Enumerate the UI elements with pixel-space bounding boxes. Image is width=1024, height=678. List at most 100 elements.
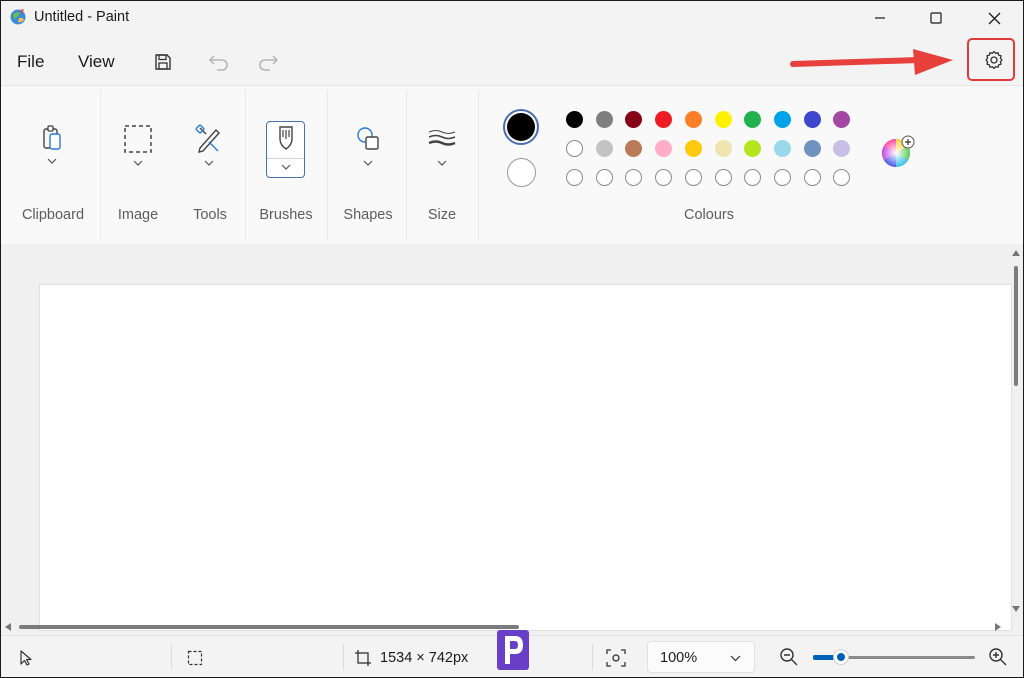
undo-icon	[208, 55, 228, 71]
secondary-colour-button[interactable]	[507, 158, 536, 187]
file-menu[interactable]: File	[17, 52, 44, 72]
palette-swatch[interactable]	[655, 111, 673, 128]
app-icon	[10, 9, 26, 25]
tools-button[interactable]	[187, 124, 231, 184]
status-divider	[592, 644, 593, 670]
vertical-scroll-thumb[interactable]	[1014, 266, 1018, 386]
palette-swatch[interactable]	[773, 111, 791, 128]
group-label-shapes: Shapes	[343, 207, 393, 223]
zoom-out-icon[interactable]	[779, 647, 799, 667]
tools-icon	[195, 124, 220, 153]
primary-colour-button[interactable]	[503, 109, 539, 145]
status-divider	[171, 644, 172, 670]
group-label-image: Image	[117, 207, 159, 223]
horizontal-scroll-thumb[interactable]	[19, 625, 519, 629]
chevron-down-icon	[730, 655, 741, 662]
menu-bar: File View	[1, 35, 1023, 85]
group-label-clipboard: Clipboard	[21, 207, 85, 223]
ribbon-divider	[245, 90, 246, 240]
ribbon-divider	[327, 90, 328, 240]
custom-colour-slot[interactable]	[714, 169, 732, 186]
palette-swatch[interactable]	[684, 111, 702, 128]
ribbon-divider	[478, 90, 479, 240]
palette-swatch[interactable]	[833, 140, 851, 157]
custom-colour-slot[interactable]	[773, 169, 791, 186]
custom-colour-slot[interactable]	[595, 169, 613, 186]
custom-colour-slot[interactable]	[803, 169, 821, 186]
palette-swatch[interactable]	[803, 140, 821, 157]
palette-swatch[interactable]	[714, 111, 732, 128]
palette-swatch[interactable]	[773, 140, 791, 157]
custom-colour-slot[interactable]	[684, 169, 702, 186]
custom-colour-slot[interactable]	[566, 169, 583, 186]
palette-swatch[interactable]	[625, 140, 643, 157]
zoom-slider[interactable]	[813, 650, 975, 664]
ribbon-divider	[100, 90, 101, 240]
group-label-tools: Tools	[193, 207, 227, 223]
size-icon	[428, 130, 456, 146]
custom-colour-slot[interactable]	[744, 169, 762, 186]
canvas-size-text: 1534 × 742px	[380, 650, 469, 666]
zoom-select[interactable]: 100%	[647, 641, 755, 673]
paint-window: Untitled - Paint File View Clipboard Ima…	[0, 0, 1024, 678]
fit-icon[interactable]	[606, 649, 626, 667]
zoom-slider-thumb-dot	[836, 653, 845, 661]
brush-icon	[279, 126, 293, 150]
palette-swatch[interactable]	[655, 140, 673, 157]
custom-colour-slot[interactable]	[655, 169, 673, 186]
status-divider	[343, 644, 344, 670]
undo-button[interactable]	[206, 49, 232, 75]
close-button[interactable]	[965, 1, 1023, 35]
palette-swatch[interactable]	[595, 140, 613, 157]
clipboard-icon	[43, 125, 61, 150]
vertical-scrollbar[interactable]	[1009, 248, 1023, 628]
watermark-logo	[493, 628, 533, 672]
colour-palette	[566, 111, 856, 191]
shapes-icon	[357, 127, 379, 150]
scroll-left-icon	[5, 623, 11, 631]
palette-swatch[interactable]	[744, 111, 762, 128]
palette-swatch[interactable]	[566, 140, 583, 157]
chevron-down-icon	[133, 160, 143, 166]
colour-picker-icon	[882, 135, 915, 167]
group-label-colours: Colours	[684, 207, 734, 223]
redo-icon	[259, 55, 279, 71]
image-select-button[interactable]	[116, 124, 160, 184]
maximize-button[interactable]	[907, 1, 965, 35]
zoom-in-icon[interactable]	[988, 647, 1008, 667]
chevron-down-icon	[437, 160, 447, 166]
zoom-slider-thumb[interactable]	[833, 650, 848, 664]
selection-icon	[187, 650, 203, 666]
palette-swatch[interactable]	[833, 111, 851, 128]
palette-swatch[interactable]	[595, 111, 613, 128]
window-title: Untitled - Paint	[34, 9, 130, 25]
zoom-value: 100%	[660, 650, 698, 666]
redo-button[interactable]	[255, 49, 281, 75]
brushes-button[interactable]	[266, 121, 305, 178]
view-menu[interactable]: View	[78, 52, 115, 72]
brush-split-divider	[267, 158, 304, 159]
custom-colour-slot[interactable]	[833, 169, 851, 186]
edit-colours-button[interactable]	[881, 134, 915, 168]
custom-colour-slot[interactable]	[625, 169, 643, 186]
clipboard-button[interactable]	[30, 124, 74, 184]
canvas-workspace	[1, 244, 1023, 634]
group-label-size: Size	[427, 207, 457, 223]
chevron-down-icon	[47, 158, 57, 164]
group-label-brushes: Brushes	[259, 207, 313, 223]
palette-swatch[interactable]	[744, 140, 762, 157]
palette-swatch[interactable]	[714, 140, 732, 157]
palette-swatch[interactable]	[566, 111, 583, 128]
palette-swatch[interactable]	[684, 140, 702, 157]
shapes-button[interactable]	[346, 124, 390, 184]
palette-swatch[interactable]	[625, 111, 643, 128]
select-icon	[124, 125, 152, 153]
maximize-icon	[930, 12, 942, 24]
scroll-right-icon	[995, 623, 1001, 631]
minimize-icon	[875, 17, 885, 19]
palette-swatch[interactable]	[803, 111, 821, 128]
save-button[interactable]	[150, 49, 176, 75]
size-button[interactable]	[420, 124, 464, 184]
minimize-button[interactable]	[851, 1, 909, 35]
drawing-canvas[interactable]	[39, 284, 1012, 631]
